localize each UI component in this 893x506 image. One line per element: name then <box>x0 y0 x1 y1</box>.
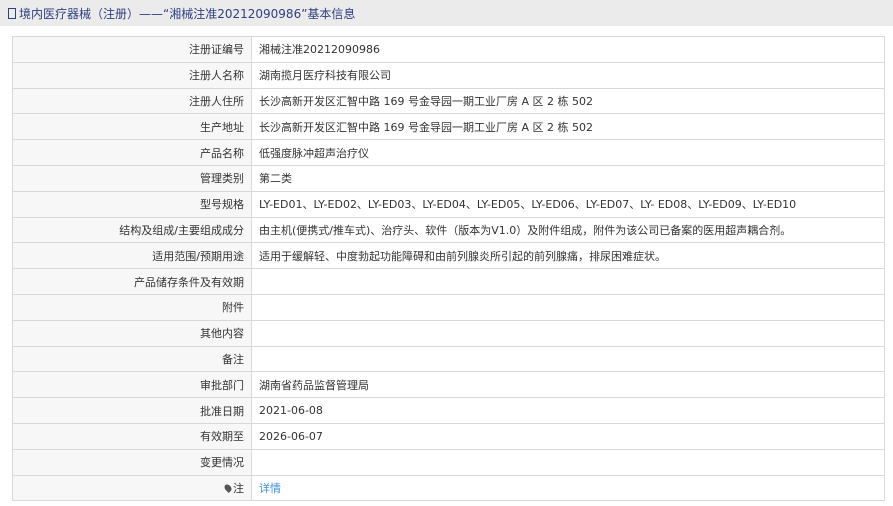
table-row: 管理类别 第二类 <box>12 164 885 192</box>
table-row: 其他内容 <box>12 319 885 347</box>
field-value: 湘械注准20212090986 <box>251 36 885 63</box>
field-value: 第二类 <box>251 164 885 192</box>
field-label: 注 <box>12 474 252 502</box>
field-value: 2026-06-07 <box>251 422 885 450</box>
field-label: 其他内容 <box>12 319 252 347</box>
note-label: 注 <box>233 481 244 495</box>
field-label: 变更情况 <box>12 448 252 476</box>
field-label: 附件 <box>12 293 252 321</box>
table-row: 型号规格 LY-ED01、LY-ED02、LY-ED03、LY-ED04、LY-E… <box>12 190 885 218</box>
table-row: 产品名称 低强度脉冲超声治疗仪 <box>12 139 885 166</box>
field-label: 产品储存条件及有效期 <box>12 268 252 295</box>
field-value: 低强度脉冲超声治疗仪 <box>251 139 885 166</box>
field-value: 长沙高新开发区汇智中路 169 号金导园一期工业厂房 A 区 2 栋 502 <box>251 113 885 141</box>
field-value: 湖南省药品监督管理局 <box>251 371 885 399</box>
field-label: 注册人住所 <box>12 87 252 115</box>
field-label: 生产地址 <box>12 113 252 141</box>
field-value <box>251 268 885 295</box>
field-value <box>251 319 885 347</box>
field-label: 批准日期 <box>12 397 252 424</box>
field-value: 湖南揽月医疗科技有限公司 <box>251 61 885 89</box>
table-row: 附件 <box>12 293 885 321</box>
table-row: 生产地址 长沙高新开发区汇智中路 169 号金导园一期工业厂房 A 区 2 栋 5… <box>12 113 885 141</box>
field-value <box>251 345 885 373</box>
table-row: 批准日期 2021-06-08 <box>12 397 885 424</box>
table-row: 审批部门 湖南省药品监督管理局 <box>12 371 885 399</box>
table-row: 产品储存条件及有效期 <box>12 268 885 295</box>
field-value <box>251 293 885 321</box>
details-link[interactable]: 详情 <box>259 482 281 495</box>
field-label: 注册人名称 <box>12 61 252 89</box>
table-row: 结构及组成/主要组成成分 由主机(便携式/推车式)、治疗头、软件（版本为V1.0）… <box>12 216 885 244</box>
field-value: 适用于缓解轻、中度勃起功能障碍和由前列腺炎所引起的前列腺痛，排尿困难症状。 <box>251 242 885 270</box>
table-row: 备注 <box>12 345 885 373</box>
page-title: 境内医疗器械（注册）——“湘械注准20212090986”基本信息 <box>19 6 356 21</box>
field-label: 有效期至 <box>12 422 252 450</box>
pin-icon <box>223 482 233 493</box>
field-label: 管理类别 <box>12 164 252 192</box>
field-label: 型号规格 <box>12 190 252 218</box>
field-label: 审批部门 <box>12 371 252 399</box>
table-row-note: 注 详情 <box>12 474 885 502</box>
field-label: 备注 <box>12 345 252 373</box>
field-label: 产品名称 <box>12 139 252 166</box>
field-value: 长沙高新开发区汇智中路 169 号金导园一期工业厂房 A 区 2 栋 502 <box>251 87 885 115</box>
table-row: 有效期至 2026-06-07 <box>12 422 885 450</box>
page-header: 境内医疗器械（注册）——“湘械注准20212090986”基本信息 <box>0 0 893 26</box>
table-row: 注册证编号 湘械注准20212090986 <box>12 36 885 63</box>
table-row: 适用范围/预期用途 适用于缓解轻、中度勃起功能障碍和由前列腺炎所引起的前列腺痛，排… <box>12 242 885 270</box>
field-value: LY-ED01、LY-ED02、LY-ED03、LY-ED04、LY-ED05、… <box>251 190 885 218</box>
table-row: 注册人名称 湖南揽月医疗科技有限公司 <box>12 61 885 89</box>
field-value <box>251 448 885 476</box>
field-value: 由主机(便携式/推车式)、治疗头、软件（版本为V1.0）及附件组成，附件为该公司… <box>251 216 885 244</box>
field-label: 适用范围/预期用途 <box>12 242 252 270</box>
table-row: 注册人住所 长沙高新开发区汇智中路 169 号金导园一期工业厂房 A 区 2 栋 … <box>12 87 885 115</box>
document-icon <box>8 7 16 19</box>
field-label: 注册证编号 <box>12 36 252 63</box>
field-label: 结构及组成/主要组成成分 <box>12 216 252 244</box>
info-table: 注册证编号 湘械注准20212090986 注册人名称 湖南揽月医疗科技有限公司 注册人… <box>12 36 885 502</box>
field-value: 2021-06-08 <box>251 397 885 424</box>
table-row: 变更情况 <box>12 448 885 476</box>
